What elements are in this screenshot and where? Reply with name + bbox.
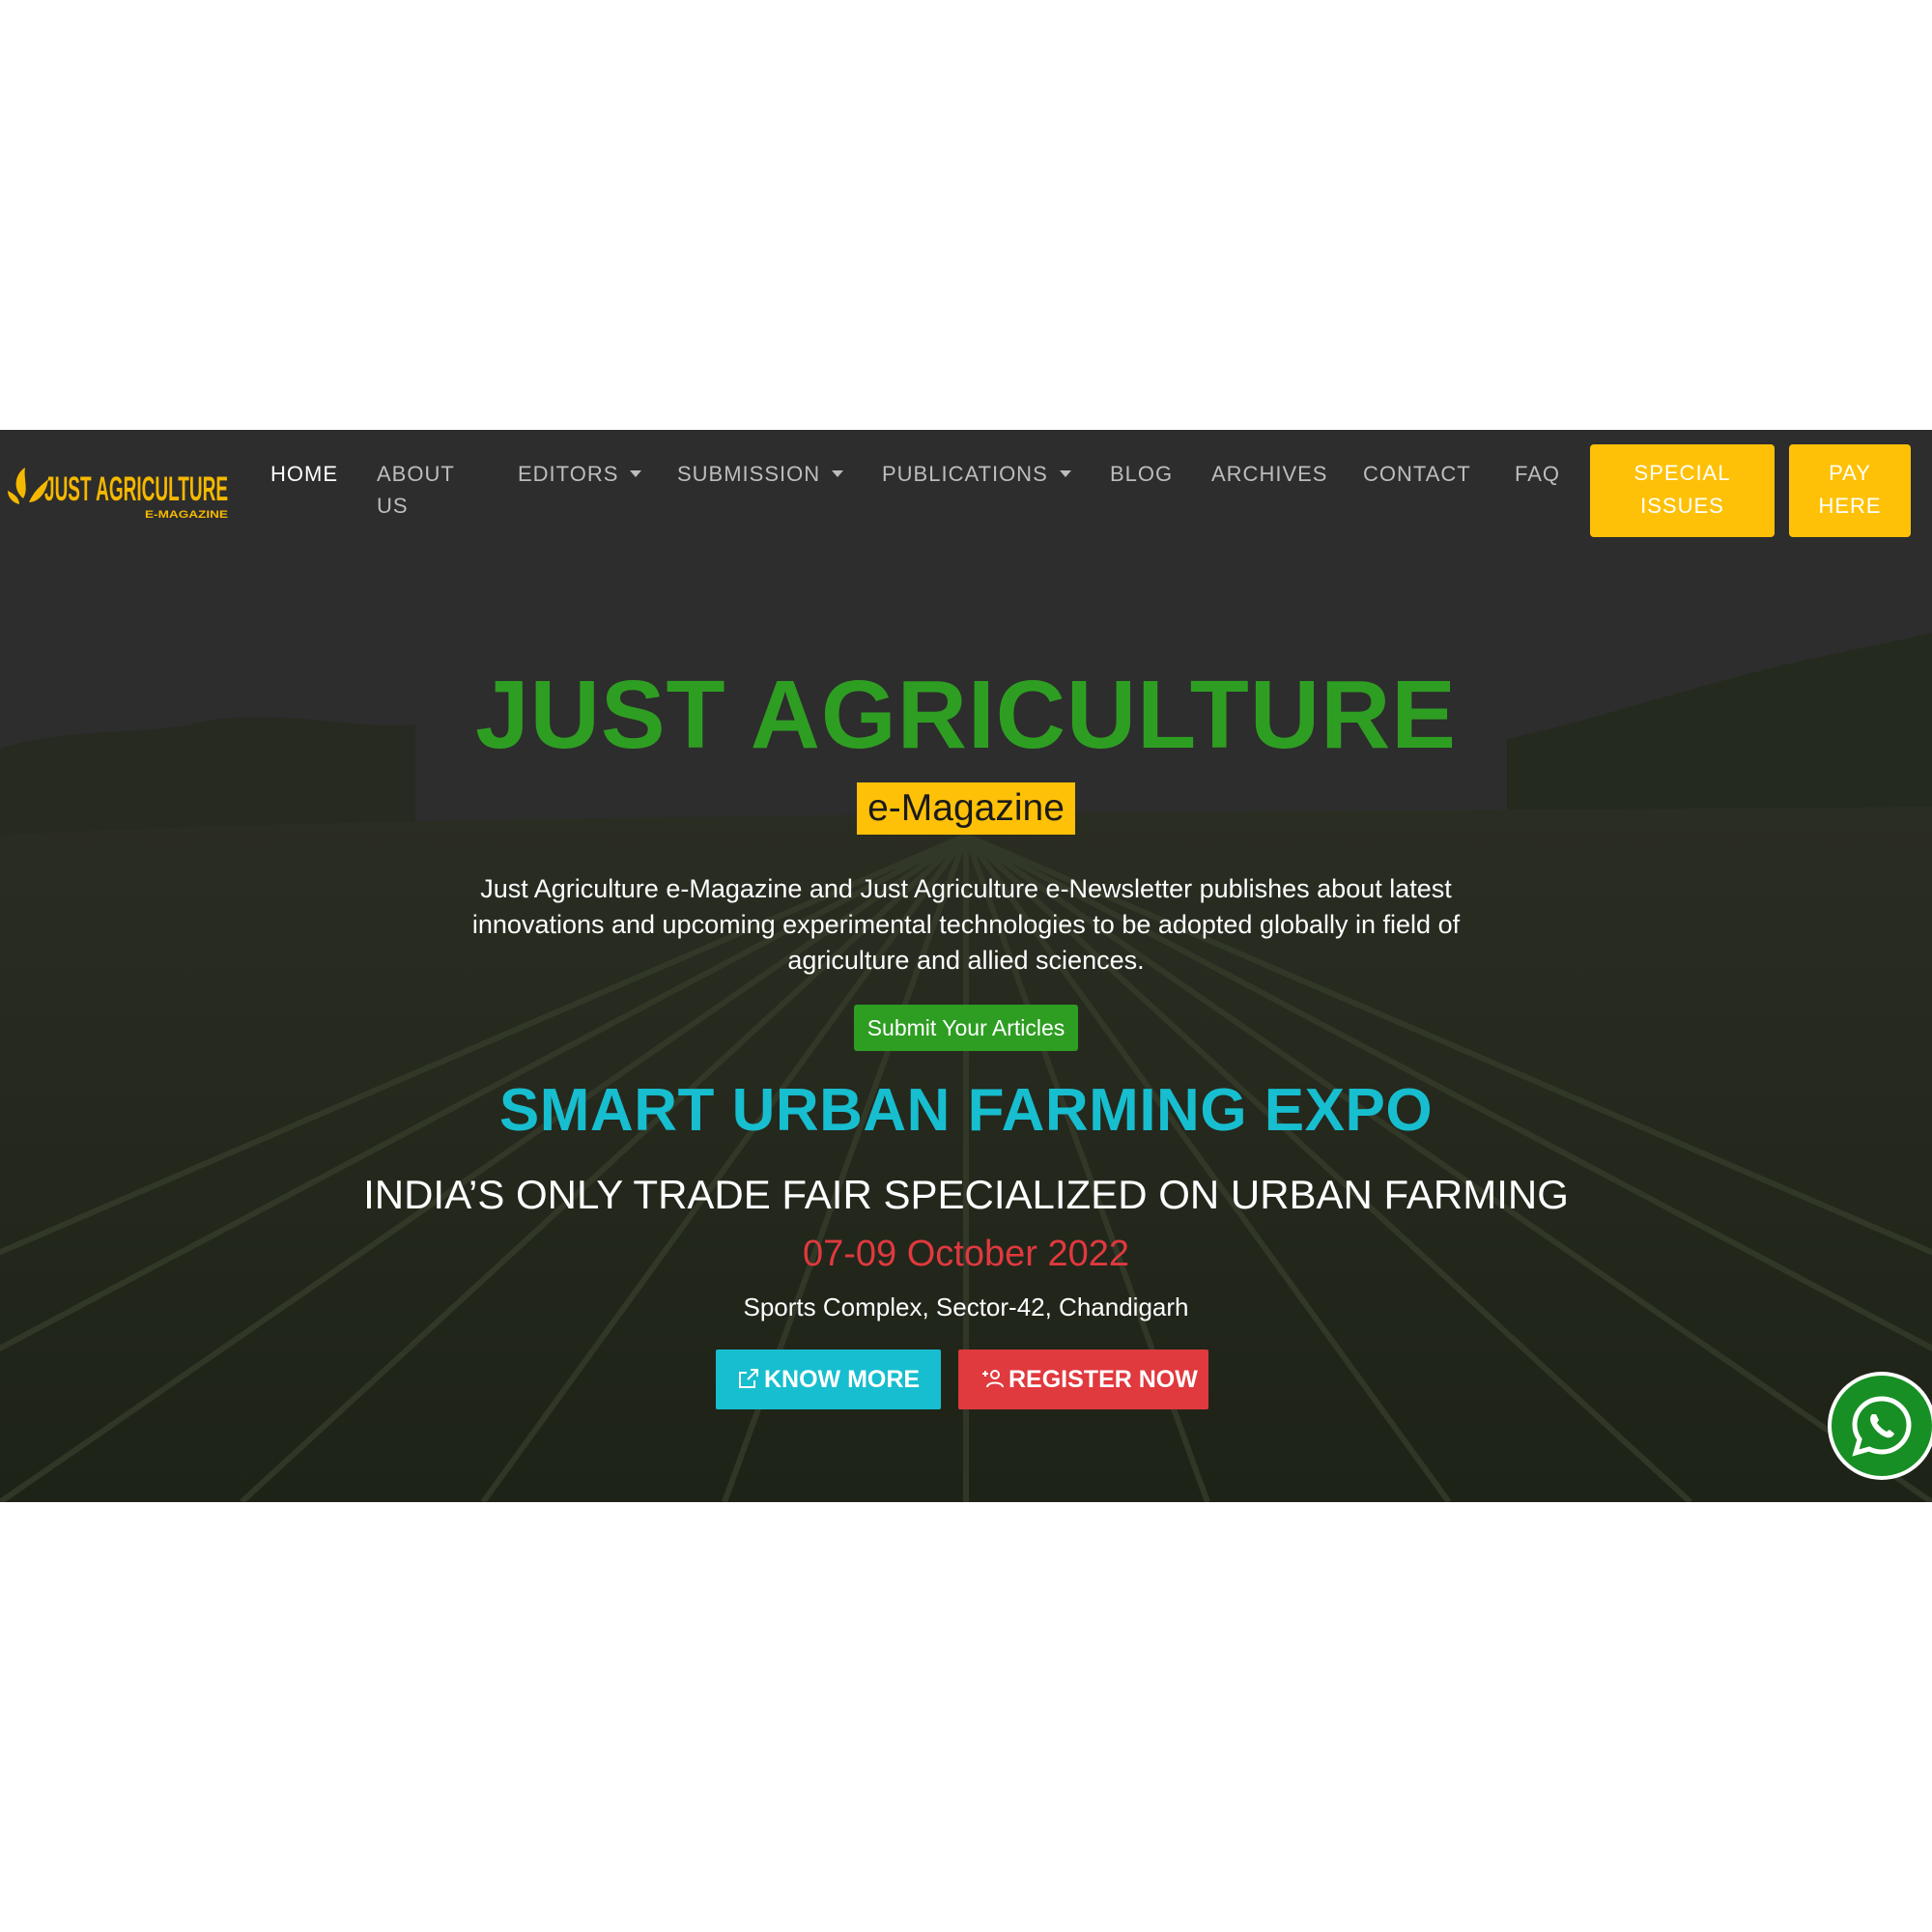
pay-here-line2: HERE xyxy=(1818,494,1882,518)
nav-submission[interactable]: SUBMISSION xyxy=(677,458,844,490)
nav-contact[interactable]: CONTACT xyxy=(1363,458,1471,490)
nav-editors[interactable]: EDITORS xyxy=(518,458,642,490)
user-add-icon xyxy=(982,1370,1004,1388)
register-now-label: REGISTER NOW xyxy=(1009,1366,1198,1393)
nav-about-line2: US xyxy=(377,494,409,518)
caret-down-icon xyxy=(832,470,844,477)
hero-description: Just Agriculture e-Magazine and Just Agr… xyxy=(471,874,1461,975)
nav-about-line1: ABOUT xyxy=(377,462,455,486)
pay-here-line1: PAY xyxy=(1829,461,1871,485)
expo-venue: Sports Complex, Sector-42, Chandigarh xyxy=(743,1293,1189,1321)
special-issues-line2: ISSUES xyxy=(1640,494,1724,518)
know-more-button[interactable]: KNOW MORE xyxy=(716,1350,941,1409)
expo-subtitle: INDIA’S ONLY TRADE FAIR SPECIALIZED ON U… xyxy=(363,1172,1569,1217)
nav-publications-label: PUBLICATIONS xyxy=(882,462,1048,486)
nav-archives[interactable]: ARCHIVES xyxy=(1211,458,1327,490)
expo-date: 07-09 October 2022 xyxy=(802,1234,1129,1274)
nav-about-us[interactable]: ABOUT US xyxy=(377,458,455,522)
special-issues-line1: SPECIAL xyxy=(1634,461,1731,485)
nav-publications[interactable]: PUBLICATIONS xyxy=(882,458,1071,490)
emagazine-badge: e-Magazine xyxy=(857,782,1075,835)
nav-home[interactable]: HOME xyxy=(270,458,338,490)
submit-articles-button[interactable]: Submit Your Articles xyxy=(853,1005,1079,1051)
expo-title: SMART URBAN FARMING EXPO xyxy=(498,1077,1434,1144)
page: JUST AGRICULTURE E-MAGAZINE HOME ABOUT U… xyxy=(0,0,1932,1932)
site-logo[interactable]: JUST AGRICULTURE E-MAGAZINE xyxy=(6,460,233,524)
nav-faq[interactable]: FAQ xyxy=(1515,458,1560,490)
external-link-icon xyxy=(739,1369,758,1388)
logo-subtext: E-MAGAZINE xyxy=(145,509,228,521)
logo-text: JUST AGRICULTURE xyxy=(44,470,228,508)
know-more-label: KNOW MORE xyxy=(764,1366,921,1393)
badge-wrapper: e-Magazine xyxy=(0,782,1932,835)
caret-down-icon xyxy=(630,470,642,477)
submit-wrapper: Submit Your Articles xyxy=(0,1005,1932,1051)
caret-down-icon xyxy=(1059,470,1071,477)
nav-blog[interactable]: BLOG xyxy=(1110,458,1173,490)
whatsapp-chat-button[interactable] xyxy=(1828,1372,1932,1480)
special-issues-button[interactable]: SPECIAL ISSUES xyxy=(1590,444,1775,537)
pay-here-button[interactable]: PAY HERE xyxy=(1789,444,1911,537)
register-now-button[interactable]: REGISTER NOW xyxy=(958,1350,1208,1409)
whatsapp-circle xyxy=(1832,1376,1932,1476)
whatsapp-icon xyxy=(1852,1396,1912,1457)
nav-editors-label: EDITORS xyxy=(518,462,619,486)
hero-title: JUST AGRICULTURE xyxy=(475,661,1457,769)
nav-submission-label: SUBMISSION xyxy=(677,462,821,486)
